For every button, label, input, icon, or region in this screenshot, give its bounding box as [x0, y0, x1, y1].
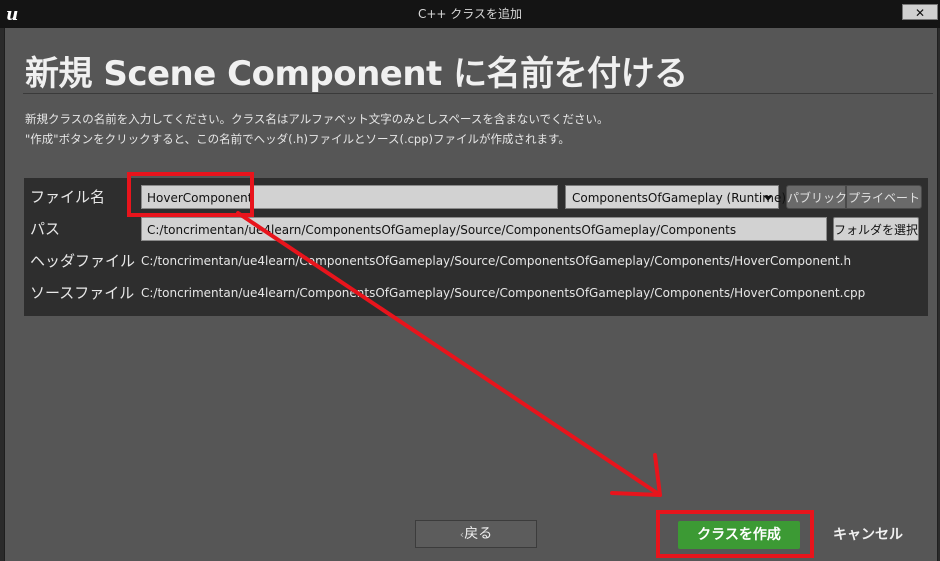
- annotation-arrow: [236, 211, 662, 497]
